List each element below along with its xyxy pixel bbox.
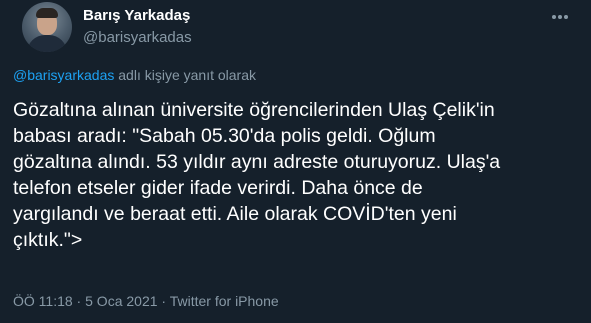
tweet-time[interactable]: ÖÖ 11:18 <box>13 293 73 309</box>
avatar-shoulders <box>27 35 67 52</box>
reply-mention-link[interactable]: @barisyarkadas <box>13 67 114 83</box>
more-dot <box>558 15 562 19</box>
tweet-date[interactable]: 5 Oca 2021 <box>85 293 157 309</box>
meta-separator: · <box>157 293 170 309</box>
tweet-header: Barış Yarkadaş @barisyarkadas <box>14 0 577 58</box>
tweet-text: Gözaltına alınan üniversite öğrencilerin… <box>13 99 501 251</box>
author-handle[interactable]: @barisyarkadas <box>83 28 192 47</box>
meta-separator: · <box>72 293 86 309</box>
more-dot <box>552 15 556 19</box>
avatar-hair <box>36 8 58 18</box>
tweet-source[interactable]: Twitter for iPhone <box>170 293 279 309</box>
reply-context: @barisyarkadas adlı kişiye yanıt olarak <box>13 66 256 84</box>
tweet-meta: ÖÖ 11:18 · 5 Oca 2021 · Twitter for iPho… <box>13 292 279 310</box>
more-dot <box>564 15 568 19</box>
more-options-icon[interactable] <box>549 8 571 26</box>
author-names: Barış Yarkadaş @barisyarkadas <box>83 7 192 47</box>
tweet-card: Barış Yarkadaş @barisyarkadas @barisyark… <box>0 0 591 323</box>
author-display-name[interactable]: Barış Yarkadaş <box>83 7 192 25</box>
avatar[interactable] <box>22 2 72 52</box>
reply-context-text: adlı kişiye yanıt olarak <box>114 67 256 83</box>
